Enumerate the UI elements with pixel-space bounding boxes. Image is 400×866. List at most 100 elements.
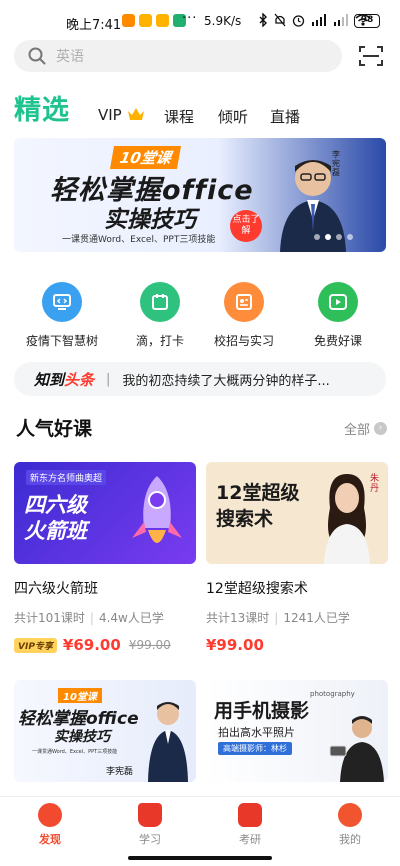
nav-label: 考研	[239, 833, 261, 846]
play-icon	[318, 282, 358, 322]
course-card[interactable]: 12堂超级搜索术 朱丹 12堂超级搜索术 共计13课时 | 1241人已学 ¥99.…	[206, 462, 388, 654]
status-bar: 晚上7:41 ··· 5.9K/s 98	[0, 0, 400, 38]
nav-postgrad[interactable]: 考研	[220, 803, 280, 847]
course-thumbnail: 新东方名师曲奥超 四六级火箭班	[14, 462, 196, 564]
tab-listen[interactable]: 倾听	[218, 106, 248, 127]
banner-title-line2: 实操技巧	[104, 207, 196, 233]
course-card[interactable]: photography 用手机摄影 拍出高水平照片 高端摄影师：林杉	[206, 680, 388, 782]
status-time: 晚上7:41	[66, 18, 122, 33]
course-title: 12堂超级搜索术	[206, 581, 308, 597]
meta-divider: |	[274, 611, 279, 625]
thumb-title-line1: 用手机摄影	[214, 700, 310, 722]
course-thumbnail: 12堂超级搜索术 朱丹	[206, 462, 388, 564]
tab-live[interactable]: 直播	[270, 106, 300, 127]
thumb-subtitle: 高端摄影师：林杉	[218, 742, 292, 755]
tab-featured[interactable]: 精选	[14, 88, 70, 127]
course-price: ¥99.00	[206, 636, 264, 654]
news-headline[interactable]: 我的初恋持续了大概两分钟的样子...	[122, 370, 329, 389]
course-learners: 1241人已学	[283, 611, 350, 625]
nav-label: 学习	[139, 833, 161, 846]
course-card[interactable]: 新东方名师曲奥超 四六级火箭班 四六级火箭班 共计101课时 | 4.4w人已学 V…	[14, 462, 196, 654]
thumb-teacher-tag: 新东方名师曲奥超	[26, 470, 107, 485]
quick-entry-label: 校招与实习	[213, 334, 274, 348]
teacher-photo	[324, 474, 370, 564]
banner-teacher-name: 李宪磊	[332, 150, 340, 177]
scan-icon[interactable]	[358, 44, 384, 68]
course-card[interactable]: 10堂课 轻松掌握office 实操技巧 一课贯通Word、Excel、PPT三…	[14, 680, 196, 782]
crown-icon	[127, 108, 144, 120]
news-brand-b: 头条	[64, 370, 95, 389]
quick-entries: 疫情下智慧树 滴，打卡 校招与实习 免费好课	[0, 282, 400, 352]
bluetooth-icon	[259, 13, 267, 27]
news-brand-logo: 知到头条	[34, 369, 94, 390]
tab-vip[interactable]: VIP	[98, 106, 145, 124]
category-tabs: 精选 VIP 课程 倾听 直播	[14, 88, 394, 128]
quick-entry-label: 滴，打卡	[135, 334, 184, 348]
quick-entry-free-courses[interactable]: 免费好课	[290, 282, 386, 349]
view-all-button[interactable]: 全部 ›	[344, 419, 388, 438]
rocket-illustration	[132, 476, 182, 543]
thumb-tag: photography	[310, 690, 355, 698]
promo-banner[interactable]: 10堂课 轻松掌握office 实操技巧 一课贯通Word、Excel、PPT三…	[14, 138, 386, 252]
notification-icons	[122, 14, 186, 27]
profile-icon	[338, 803, 362, 827]
monitor-code-icon	[42, 282, 82, 322]
search-icon	[28, 47, 46, 65]
course-title: 四六级火箭班	[14, 581, 98, 597]
home-indicator[interactable]	[128, 856, 272, 860]
thumb-teacher-name: 朱丹	[370, 474, 380, 494]
battery-indicator: 98	[354, 14, 380, 28]
page-dot	[336, 234, 342, 240]
course-lessons: 共计13课时	[206, 611, 270, 625]
nav-profile[interactable]: 我的	[320, 803, 380, 847]
nav-study[interactable]: 学习	[120, 803, 180, 847]
signal-icon	[334, 14, 348, 26]
page-dot	[314, 234, 320, 240]
mute-icon	[274, 13, 286, 27]
course-price: ¥69.00	[62, 636, 121, 654]
nav-discover[interactable]: 发现	[20, 803, 80, 847]
news-separator: |	[106, 371, 111, 387]
teacher-photo	[148, 702, 188, 782]
course-lessons: 共计101课时	[14, 611, 85, 625]
discover-icon	[38, 803, 62, 827]
app-notification-icon	[156, 14, 169, 27]
alarm-icon	[292, 14, 305, 27]
quick-entry-label: 疫情下智慧树	[25, 334, 98, 348]
news-brand-a: 知到	[34, 370, 65, 389]
course-thumbnail: photography 用手机摄影 拍出高水平照片 高端摄影师：林杉	[206, 680, 388, 782]
tab-courses[interactable]: 课程	[164, 106, 194, 127]
thumb-teacher-name: 李宪磊	[106, 767, 134, 777]
course-thumbnail: 10堂课 轻松掌握office 实操技巧 一课贯通Word、Excel、PPT三…	[14, 680, 196, 782]
thumb-title-line2: 实操技巧	[54, 729, 110, 745]
quick-entry-wisdom-tree[interactable]: 疫情下智慧树	[14, 282, 110, 349]
page-dot	[347, 234, 353, 240]
id-card-icon	[224, 282, 264, 322]
banner-subtitle: 一课贯通Word、Excel、PPT三项技能	[62, 235, 216, 245]
meta-divider: |	[89, 611, 94, 625]
course-prices: VIP专享 ¥69.00 ¥99.00	[14, 636, 196, 654]
search-placeholder: 英语	[56, 49, 84, 65]
course-meta: 共计101课时 | 4.4w人已学	[14, 609, 196, 626]
more-notifications-icon: ···	[182, 11, 198, 26]
search-bar[interactable]: 英语	[14, 40, 342, 72]
postgrad-icon	[238, 803, 262, 827]
quick-entry-checkin[interactable]: 滴，打卡	[112, 282, 208, 349]
signal-icon	[312, 14, 326, 26]
quick-entry-recruitment[interactable]: 校招与实习	[196, 282, 292, 349]
nav-label: 我的	[339, 833, 361, 846]
quick-entry-label: 免费好课	[313, 334, 362, 348]
calendar-icon	[140, 282, 180, 322]
photographer-photo	[329, 716, 384, 782]
study-icon	[138, 803, 162, 827]
banner-pagination	[314, 234, 353, 240]
page-dot	[325, 234, 331, 240]
news-ticker[interactable]: 知到头条 | 我的初恋持续了大概两分钟的样子...	[14, 362, 386, 396]
vip-badge: VIP专享	[14, 637, 57, 653]
banner-cta[interactable]: 点击了解	[230, 210, 262, 242]
network-speed: 5.9K/s	[204, 14, 242, 28]
nav-label: 发现	[39, 833, 61, 846]
tab-vip-label: VIP	[98, 106, 122, 124]
thumb-title-line2: 拍出高水平照片	[218, 726, 295, 739]
thumb-title: 12堂超级搜索术	[216, 482, 300, 530]
